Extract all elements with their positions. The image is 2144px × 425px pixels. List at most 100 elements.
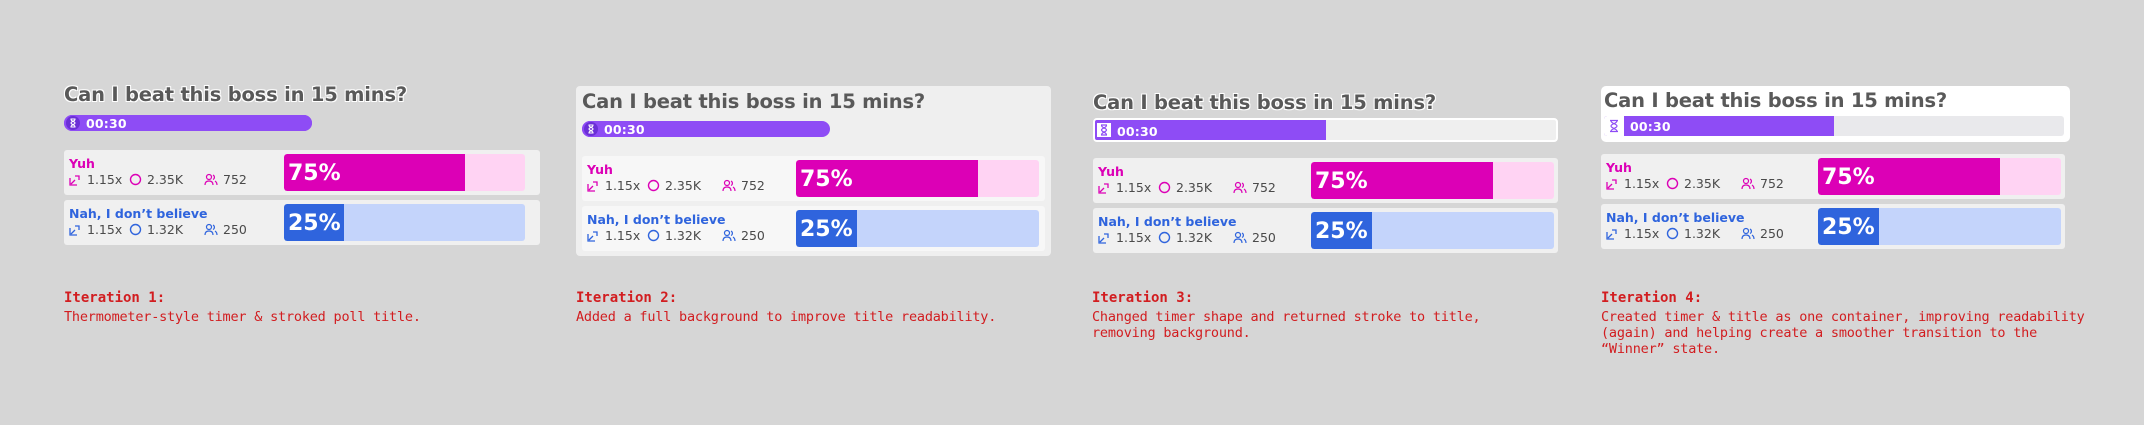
multiplier-stat: 1.15x: [587, 178, 640, 193]
multiplier-stat: 1.15x: [69, 222, 122, 237]
iteration-caption: Iteration 3: Changed timer shape and ret…: [1092, 290, 1532, 341]
multiplier-value: 1.15x: [1624, 176, 1660, 191]
multiplier-icon: [1606, 179, 1617, 190]
hourglass-icon: [1097, 123, 1111, 140]
poll-option-yes[interactable]: Yuh 1.15x 2.35K 752 75%: [1093, 158, 1558, 203]
option-stats: 1.15x 1.32K 250: [587, 228, 787, 244]
multiplier-icon: [69, 225, 80, 236]
timer: 00:30: [582, 121, 830, 137]
users-value: 752: [1760, 176, 1784, 191]
points-stat: 2.35K: [1158, 180, 1212, 195]
vote-percent: 75%: [288, 161, 341, 186]
multiplier-icon: [587, 181, 598, 192]
caption-body: Changed timer shape and returned stroke …: [1092, 309, 1481, 341]
poll-option-yes[interactable]: Yuh 1.15x 2.35K 752 75%: [582, 156, 1045, 201]
vote-percent: 25%: [800, 217, 853, 242]
users-icon: [1741, 227, 1755, 240]
vote-bar: 25%: [796, 210, 1039, 247]
poll-option-no[interactable]: Nah, I don’t believe 1.15x 1.32K 250 25%: [1601, 204, 2065, 249]
multiplier-icon: [1098, 183, 1109, 194]
timer-time: 00:30: [604, 122, 645, 137]
poll-widget: Can I beat this boss in 15 mins? 00:30 Y…: [1601, 86, 2071, 256]
option-label: Yuh: [1098, 164, 1124, 179]
caption-heading: Iteration 2:: [576, 290, 678, 306]
option-stats: 1.15x 1.32K 250: [69, 222, 269, 238]
users-stat: 752: [1741, 176, 1784, 191]
poll-widget: Can I beat this boss in 15 mins? 00:30 Y…: [1092, 86, 1560, 256]
users-stat: 250: [1233, 230, 1276, 245]
users-stat: 250: [722, 228, 765, 243]
vote-bar: 75%: [1818, 158, 2061, 195]
caption-heading: Iteration 4:: [1601, 290, 1703, 306]
timer-time: 00:30: [1630, 119, 1671, 134]
points-icon: [647, 179, 660, 192]
users-icon: [1233, 181, 1247, 194]
multiplier-value: 1.15x: [1624, 226, 1660, 241]
poll-option-no[interactable]: Nah, I don’t believe 1.15x 1.32K 250 25%: [582, 206, 1045, 251]
poll-title: Can I beat this boss in 15 mins?: [1604, 89, 1947, 112]
multiplier-stat: 1.15x: [1606, 176, 1659, 191]
vote-percent: 25%: [1315, 219, 1368, 244]
iteration-4: Can I beat this boss in 15 mins? 00:30 Y…: [1601, 0, 2085, 425]
multiplier-value: 1.15x: [87, 222, 123, 237]
multiplier-stat: 1.15x: [587, 228, 640, 243]
option-stats: 1.15x 2.35K 752: [587, 178, 787, 194]
option-stats: 1.15x 1.32K 250: [1606, 226, 1806, 242]
vote-bar: 75%: [796, 160, 1039, 197]
multiplier-stat: 1.15x: [1098, 230, 1151, 245]
users-stat: 250: [204, 222, 247, 237]
poll-title: Can I beat this boss in 15 mins?: [64, 83, 407, 106]
users-stat: 752: [722, 178, 765, 193]
points-value: 2.35K: [147, 172, 184, 187]
points-stat: 2.35K: [647, 178, 701, 193]
points-icon: [129, 223, 142, 236]
points-stat: 1.32K: [129, 222, 183, 237]
multiplier-stat: 1.15x: [69, 172, 122, 187]
iteration-caption: Iteration 4: Created timer & title as on…: [1601, 290, 2101, 357]
title-timer-container: Can I beat this boss in 15 mins? 00:30: [1601, 86, 2070, 142]
points-stat: 2.35K: [129, 172, 183, 187]
poll-widget: Can I beat this boss in 15 mins? 00:30 Y…: [64, 80, 540, 250]
users-value: 250: [1760, 226, 1784, 241]
iteration-3: Can I beat this boss in 15 mins? 00:30 Y…: [1092, 0, 1572, 425]
iteration-2: Can I beat this boss in 15 mins? 00:30 Y…: [576, 0, 1056, 425]
vote-percent: 25%: [288, 211, 341, 236]
users-value: 250: [223, 222, 247, 237]
poll-option-no[interactable]: Nah, I don’t believe 1.15x 1.32K 250 25%: [1093, 208, 1558, 253]
poll-option-yes[interactable]: Yuh 1.15x 2.35K 752 75%: [1601, 154, 2065, 199]
caption-body: Thermometer-style timer & stroked poll t…: [64, 309, 421, 325]
points-icon: [647, 229, 660, 242]
points-icon: [129, 173, 142, 186]
points-stat: 2.35K: [1666, 176, 1720, 191]
vote-bar: 25%: [284, 204, 525, 241]
option-label: Yuh: [1606, 160, 1632, 175]
timer: 00:30: [1604, 116, 2064, 136]
iteration-caption: Iteration 2: Added a full background to …: [576, 290, 1056, 325]
users-stat: 250: [1741, 226, 1784, 241]
points-value: 1.32K: [1176, 230, 1213, 245]
vote-percent: 75%: [1315, 169, 1368, 194]
multiplier-value: 1.15x: [605, 228, 641, 243]
iteration-caption: Iteration 1: Thermometer-style timer & s…: [64, 290, 544, 325]
caption-heading: Iteration 1:: [64, 290, 166, 306]
users-value: 752: [223, 172, 247, 187]
points-value: 2.35K: [1176, 180, 1213, 195]
timer: 00:30: [64, 115, 312, 131]
caption-body: Created timer & title as one container, …: [1601, 309, 2085, 357]
caption-body: Added a full background to improve title…: [576, 309, 997, 325]
vote-percent: 25%: [1822, 215, 1875, 240]
vote-bar: 25%: [1311, 212, 1554, 249]
points-icon: [1158, 181, 1171, 194]
users-icon: [722, 179, 736, 192]
timer-time: 00:30: [1117, 124, 1158, 139]
users-stat: 752: [204, 172, 247, 187]
poll-option-no[interactable]: Nah, I don’t believe 1.15x 1.32K 250 25%: [64, 200, 540, 245]
points-stat: 1.32K: [647, 228, 701, 243]
vote-bar: 25%: [1818, 208, 2061, 245]
users-icon: [1233, 231, 1247, 244]
users-icon: [204, 223, 218, 236]
points-value: 1.32K: [1684, 226, 1721, 241]
iteration-1: Can I beat this boss in 15 mins? 00:30 Y…: [64, 0, 544, 425]
multiplier-value: 1.15x: [1116, 180, 1152, 195]
poll-option-yes[interactable]: Yuh 1.15x 2.35K 752 75%: [64, 150, 540, 195]
